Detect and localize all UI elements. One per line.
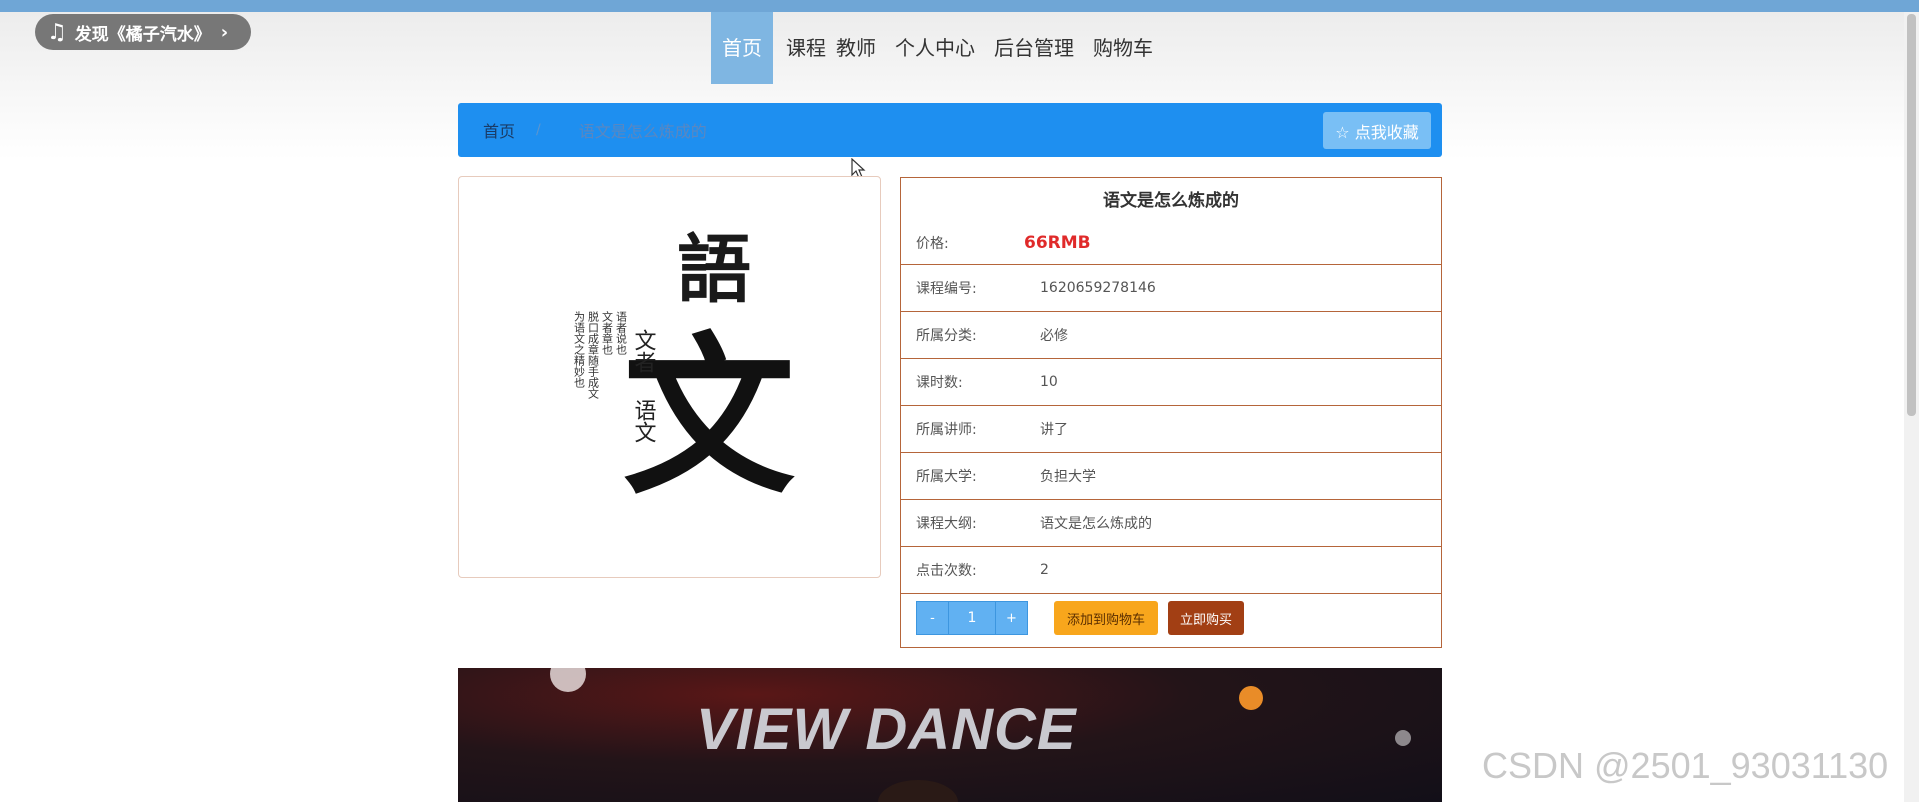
csdn-watermark: CSDN @2501_93031130 bbox=[1482, 745, 1889, 786]
chevron-right-icon: › bbox=[220, 21, 229, 43]
purchase-row: - 1 + 添加到购物车 立即购买 bbox=[901, 594, 1441, 642]
detail-label: 课时数: bbox=[916, 375, 963, 391]
add-to-cart-button[interactable]: 添加到购物车 bbox=[1054, 601, 1158, 635]
breadcrumb-separator: / bbox=[536, 122, 541, 138]
detail-row-course-id: 课程编号: 1620659278146 bbox=[901, 265, 1441, 312]
detail-value: 讲了 bbox=[1040, 422, 1068, 438]
detail-label: 课程编号: bbox=[916, 281, 977, 297]
detail-row-university: 所属大学: 负担大学 bbox=[901, 453, 1441, 500]
price-label: 价格: bbox=[916, 235, 949, 252]
course-title: 语文是怎么炼成的 bbox=[1103, 191, 1239, 211]
detail-value: 必修 bbox=[1040, 328, 1068, 344]
top-accent-strip bbox=[0, 0, 1919, 12]
course-cover-image: 語 文 文者 语文 语者说也 文者章也 脱口成章随手成文 为语文之精妙也 bbox=[573, 227, 796, 518]
cover-poem-line-3: 脱口成章随手成文 bbox=[587, 310, 600, 399]
detail-value: 负担大学 bbox=[1040, 469, 1096, 485]
breadcrumb: 首页 / 语文是怎么炼成的 ☆ 点我收藏 bbox=[458, 103, 1442, 157]
music-label: 发现《橘子汽水》 bbox=[74, 24, 211, 45]
nav-admin[interactable]: 后台管理 bbox=[989, 12, 1079, 84]
detail-label: 所属大学: bbox=[916, 469, 977, 485]
detail-row-hours: 课时数: 10 bbox=[901, 359, 1441, 406]
scrollbar-thumb[interactable] bbox=[1907, 14, 1916, 416]
music-discover-pill[interactable]: ♫ 发现《橘子汽水》 › bbox=[35, 14, 251, 50]
course-detail-panel: 语文是怎么炼成的 价格: 66RMB 课程编号: 1620659278146 所… bbox=[900, 177, 1442, 648]
detail-row-clicks: 点击次数: 2 bbox=[901, 547, 1441, 594]
detail-value: 10 bbox=[1040, 374, 1058, 390]
cover-poem-line-4: 为语文之精妙也 bbox=[573, 311, 586, 388]
price-value: 66RMB bbox=[1024, 232, 1091, 253]
nav-personal-center[interactable]: 个人中心 bbox=[890, 12, 980, 84]
detail-row-syllabus: 课程大纲: 语文是怎么炼成的 bbox=[901, 500, 1441, 547]
favorite-button[interactable]: ☆ 点我收藏 bbox=[1323, 112, 1431, 149]
breadcrumb-home[interactable]: 首页 bbox=[483, 118, 515, 142]
detail-row-category: 所属分类: 必修 bbox=[901, 312, 1441, 359]
video-banner-text: VIEW DANCE bbox=[696, 697, 1077, 762]
detail-value: 语文是怎么炼成的 bbox=[1040, 516, 1152, 532]
breadcrumb-current: 语文是怎么炼成的 bbox=[578, 122, 707, 141]
price-row: 价格: 66RMB bbox=[901, 221, 1441, 265]
cover-small-text-1: 文者 bbox=[631, 329, 657, 373]
course-image-panel: 語 文 文者 语文 语者说也 文者章也 脱口成章随手成文 为语文之精妙也 bbox=[458, 176, 881, 578]
detail-label: 点击次数: bbox=[916, 563, 977, 579]
main-nav: 首页 课程 教师 个人中心 后台管理 购物车 bbox=[711, 12, 1158, 84]
nav-home[interactable]: 首页 bbox=[711, 12, 773, 84]
quantity-decrement-button[interactable]: - bbox=[916, 601, 949, 635]
buy-now-button[interactable]: 立即购买 bbox=[1168, 601, 1244, 635]
detail-label: 所属分类: bbox=[916, 328, 977, 344]
quantity-increment-button[interactable]: + bbox=[995, 601, 1028, 635]
nav-courses[interactable]: 课程 bbox=[781, 12, 831, 84]
cover-small-text-2: 语文 bbox=[631, 399, 657, 443]
nav-teachers[interactable]: 教师 bbox=[831, 12, 881, 84]
quantity-input[interactable]: 1 bbox=[949, 601, 995, 635]
detail-row-teacher: 所属讲师: 讲了 bbox=[901, 406, 1441, 453]
video-player[interactable]: VIEW DANCE bbox=[458, 668, 1442, 802]
cover-poem-line-1: 语者说也 bbox=[615, 311, 628, 355]
nav-cart[interactable]: 购物车 bbox=[1088, 12, 1158, 84]
cover-big-char-1: 語 bbox=[677, 227, 751, 313]
quantity-stepper: - 1 + bbox=[916, 601, 1028, 635]
detail-label: 所属讲师: bbox=[916, 422, 977, 438]
detail-value: 2 bbox=[1040, 562, 1049, 578]
cover-poem-line-2: 文者章也 bbox=[601, 310, 614, 355]
music-note-icon: ♫ bbox=[47, 19, 67, 45]
detail-value: 1620659278146 bbox=[1040, 280, 1156, 296]
detail-label: 课程大纲: bbox=[916, 516, 977, 532]
